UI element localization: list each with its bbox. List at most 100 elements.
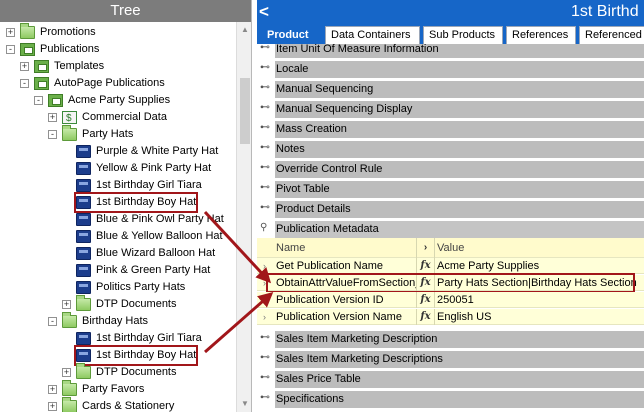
tree-item[interactable]: + Templates [0,58,236,75]
publication-icon [48,94,63,107]
section-label: Publication Metadata [275,221,644,238]
section-label: Item Unit Of Measure Information [275,44,644,58]
tree-item[interactable]: - Party Hats [0,125,236,143]
tree-item[interactable]: - Birthday Hats [0,312,236,330]
page-icon [76,230,91,243]
section-header[interactable]: ⊷ Product Details [257,198,644,218]
tree-item[interactable]: - AutoPage Publications [0,75,236,92]
scroll-thumb[interactable] [240,78,250,144]
tree-item-label: Commercial Data [82,111,167,123]
unpin-icon[interactable]: ⊷ [260,182,270,194]
unpin-icon[interactable]: ⊷ [260,122,270,134]
scroll-up-icon[interactable]: ▲ [240,25,250,35]
grid-cell-name[interactable]: Publication Version ID [275,292,417,308]
grid-row[interactable]: › Publication Version ID fx 250051 [257,292,644,308]
unpin-icon[interactable]: ⊷ [260,82,270,94]
tree-item[interactable]: Blue & Pink Owl Party Hat [0,211,236,228]
tree-item[interactable]: Blue & Yellow Balloon Hat [0,228,236,245]
tree-item[interactable]: + DTP Documents [0,295,236,313]
tree-item-label: DTP Documents [96,366,177,378]
section-label: Override Control Rule [275,161,644,178]
tab-data-containers[interactable]: Data Containers [325,26,420,44]
column-header-value[interactable]: Value [436,238,644,258]
column-header-name[interactable]: Name [275,238,417,258]
section-header[interactable]: ⚲ Publication Metadata [257,218,644,238]
unpin-icon[interactable]: ⊷ [260,62,270,74]
tree-item[interactable]: + Promotions [0,23,236,41]
section-header[interactable]: ⊷ Locale [257,58,644,78]
collapse-icon[interactable]: - [20,79,29,88]
data-icon [62,110,77,127]
section-header[interactable]: ⊷ Item Unit Of Measure Information [257,44,644,58]
tree-item[interactable]: + Commercial Data [0,109,236,127]
tree-item[interactable]: Blue Wizard Balloon Hat [0,245,236,262]
function-icon[interactable]: fx [417,292,435,308]
tab-product[interactable]: Product [261,26,322,44]
section-header[interactable]: ⊷ Override Control Rule [257,158,644,178]
tree-item[interactable]: Pink & Green Party Hat [0,262,236,279]
unpin-icon[interactable]: ⊷ [260,392,270,404]
expand-icon[interactable]: + [62,368,71,377]
tree-item[interactable]: Purple & White Party Hat [0,143,236,160]
collapse-icon[interactable]: - [48,130,57,139]
expand-icon[interactable]: + [48,402,57,411]
scroll-down-icon[interactable]: ▼ [240,399,250,409]
section-header[interactable]: ⊷ Sales Item Marketing Description [257,328,644,348]
section-header[interactable]: ⊷ Sales Item Marketing Descriptions [257,348,644,368]
page-icon [76,281,91,294]
unpin-icon[interactable]: ⊷ [260,142,270,154]
grid-cell-value[interactable]: 250051 [436,292,644,308]
tree-item[interactable]: - Acme Party Supplies [0,92,236,109]
tab-referenced[interactable]: Referenced [579,26,644,44]
grid-cell-value[interactable]: Acme Party Supplies [436,258,644,274]
tree-item[interactable]: - Publications [0,41,236,58]
expand-icon[interactable]: + [48,385,57,394]
section-gutter: ⊷ [257,58,275,78]
grid-row[interactable]: › Publication Version Name fx English US [257,309,644,325]
unpin-icon[interactable]: ⊷ [260,372,270,384]
tree-item[interactable]: Yellow & Pink Party Hat [0,160,236,177]
section-header[interactable]: ⊷ Manual Sequencing Display [257,98,644,118]
tab-references[interactable]: References [506,26,576,44]
page-icon [76,213,91,226]
grid-cell-name[interactable]: Get Publication Name [275,258,417,274]
folder-icon [76,363,91,379]
grid-cell-name[interactable]: Publication Version Name [275,309,417,325]
tree-scrollbar[interactable]: ▲ ▼ [236,22,251,412]
unpin-icon[interactable]: ⊷ [260,202,270,214]
section-header[interactable]: ⊷ Notes [257,138,644,158]
page-icon [76,162,91,175]
back-icon[interactable]: < [259,2,269,22]
grid-row[interactable]: › Get Publication Name fx Acme Party Suppli… [257,258,644,274]
chevron-right-icon: › [417,238,435,258]
collapse-icon[interactable]: - [34,96,43,105]
function-icon[interactable]: fx [417,309,435,325]
unpin-icon[interactable]: ⊷ [260,352,270,364]
tree-item[interactable]: Politics Party Hats [0,279,236,296]
function-icon[interactable]: fx [417,258,435,274]
tab-sub-products[interactable]: Sub Products [423,26,503,44]
tree-item-label: Blue & Pink Owl Party Hat [96,213,224,225]
collapse-icon[interactable]: - [48,317,57,326]
tab-bar: Product Data Containers Sub Products Refere… [257,24,644,44]
expand-icon[interactable]: + [48,113,57,122]
unpin-icon[interactable]: ⊷ [260,162,270,174]
grid-cell-value[interactable]: English US [436,309,644,325]
expand-icon[interactable]: + [20,62,29,71]
collapse-icon[interactable]: - [6,45,15,54]
unpin-icon[interactable]: ⊷ [260,102,270,114]
unpin-icon[interactable]: ⊷ [260,332,270,344]
section-header[interactable]: ⊷ Pivot Table [257,178,644,198]
tree-item[interactable]: + DTP Documents [0,363,236,381]
section-header[interactable]: ⊷ Manual Sequencing [257,78,644,98]
unpin-icon[interactable]: ⊷ [260,44,270,54]
tree-item[interactable]: + Party Favors [0,380,236,398]
section-header[interactable]: ⊷ Sales Price Table [257,368,644,388]
section-header[interactable]: ⊷ Mass Creation [257,118,644,138]
expand-icon[interactable]: + [62,300,71,309]
pin-icon[interactable]: ⚲ [260,222,267,234]
expand-icon[interactable]: + [6,28,15,37]
section-header[interactable]: ⊷ Specifications [257,388,644,408]
folder-icon [76,295,91,311]
tree-item[interactable]: + Cards & Stationery [0,397,236,412]
